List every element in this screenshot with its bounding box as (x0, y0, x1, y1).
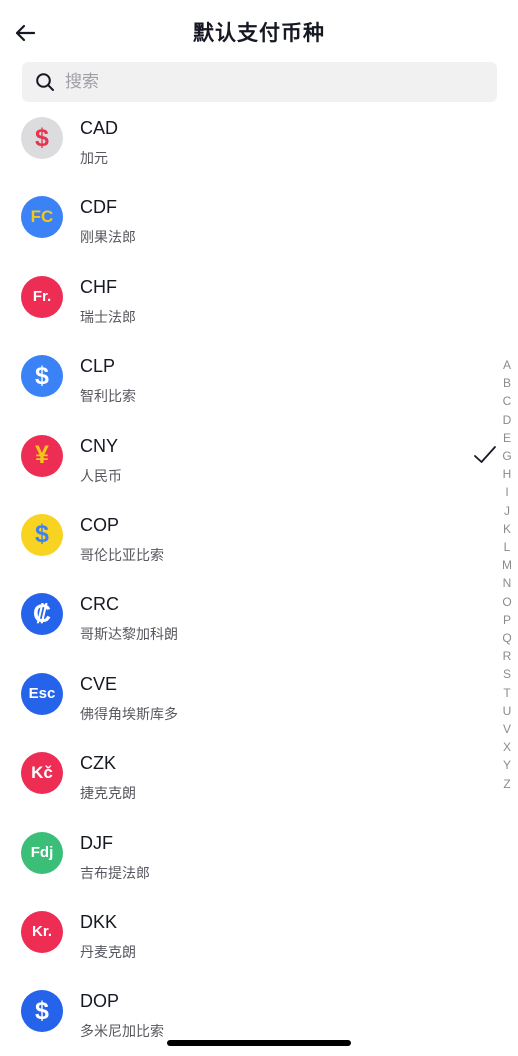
currency-name: 智利比索 (80, 389, 136, 406)
currency-code: CRC (80, 594, 119, 615)
currency-name: 刚果法郎 (80, 230, 136, 247)
index-letter[interactable]: I (505, 483, 508, 501)
currency-name: 捷克克朗 (80, 786, 136, 803)
currency-row-djf[interactable]: Fdj DJF 吉布提法郎 (0, 820, 518, 899)
currency-symbol-icon: $ (21, 355, 63, 398)
currency-code: DKK (80, 911, 118, 932)
currency-symbol-icon: Esc (21, 672, 63, 715)
home-indicator[interactable] (167, 1040, 351, 1046)
currency-name: 瑞士法郎 (80, 309, 136, 326)
index-letter[interactable]: Y (503, 756, 511, 774)
currency-row-dkk[interactable]: Kr. DKK 丹麦克朗 (0, 899, 518, 978)
currency-row-cve[interactable]: Esc CVE 佛得角埃斯库多 (0, 661, 518, 740)
currency-code: CZK (80, 753, 116, 774)
alphabet-index[interactable]: ABCDEGHIJKLMNOPQRSTUVXYZ (498, 356, 516, 793)
index-letter[interactable]: A (503, 356, 511, 374)
currency-symbol-icon: $ (21, 990, 63, 1033)
currency-code: CAD (80, 118, 119, 138)
currency-name: 多米尼加比索 (80, 1024, 164, 1041)
currency-row-chf[interactable]: Fr. CHF 瑞士法郎 (0, 264, 518, 343)
index-letter[interactable]: J (504, 502, 510, 520)
index-letter[interactable]: N (503, 574, 512, 592)
currency-list: $ CAD 加元 FC CDF 刚果法郎 Fr. CHF 瑞士法郎 $ CLP 智利比索 ¥ CNY 人民币… (0, 105, 518, 1056)
checkmark-icon (474, 445, 496, 463)
currency-row-crc[interactable]: ₡ CRC 哥斯达黎加科朗 (0, 581, 518, 660)
index-letter[interactable]: B (503, 374, 511, 392)
currency-symbol-icon: ¥ (21, 434, 63, 477)
currency-code: CDF (80, 197, 117, 218)
index-letter[interactable]: G (502, 447, 511, 465)
index-letter[interactable]: T (503, 684, 510, 702)
currency-name: 哥斯达黎加科朗 (80, 627, 178, 644)
search-bar[interactable] (22, 62, 497, 102)
currency-row-cad[interactable]: $ CAD 加元 (0, 105, 518, 184)
currency-symbol-icon: Kr. (21, 910, 63, 953)
currency-symbol-icon: FC (21, 196, 63, 239)
index-letter[interactable]: H (503, 465, 512, 483)
currency-code: DJF (80, 832, 113, 853)
index-letter[interactable]: S (503, 665, 511, 683)
currency-symbol-icon: Fr. (21, 275, 63, 318)
currency-symbol-icon: $ (21, 513, 63, 556)
index-letter[interactable]: Q (502, 629, 511, 647)
currency-name: 哥伦比亚比索 (80, 547, 164, 564)
index-letter[interactable]: R (503, 647, 512, 665)
currency-code: CHF (80, 276, 117, 297)
currency-row-cop[interactable]: $ COP 哥伦比亚比索 (0, 502, 518, 581)
search-input[interactable] (65, 72, 497, 92)
index-letter[interactable]: C (503, 392, 512, 410)
currency-code: CNY (80, 435, 119, 456)
currency-code: CLP (80, 356, 116, 377)
index-letter[interactable]: V (503, 720, 511, 738)
index-letter[interactable]: D (503, 411, 512, 429)
currency-row-cny[interactable]: ¥ CNY 人民币 (0, 423, 518, 502)
index-letter[interactable]: O (502, 593, 511, 611)
index-letter[interactable]: P (503, 611, 511, 629)
index-letter[interactable]: M (502, 556, 512, 574)
index-letter[interactable]: L (504, 538, 511, 556)
currency-symbol-icon: $ (21, 117, 63, 159)
header: 默认支付币种 (0, 0, 518, 62)
currency-row-clp[interactable]: $ CLP 智利比索 (0, 343, 518, 422)
index-letter[interactable]: U (503, 702, 512, 720)
currency-row-czk[interactable]: Kč CZK 捷克克朗 (0, 740, 518, 819)
currency-symbol-icon: ₡ (21, 593, 63, 636)
search-icon (36, 73, 54, 91)
index-letter[interactable]: E (503, 429, 511, 447)
currency-name: 丹麦克朗 (80, 944, 136, 961)
index-letter[interactable]: Z (503, 775, 510, 793)
currency-picker-screen: 默认支付币种 $CAD加元FCCDF刚果法郎Fr.CHF瑞士法郎$CLP智利比索… (0, 0, 518, 1056)
currency-name: 加元 (80, 151, 108, 167)
currency-code: CVE (80, 673, 118, 694)
currency-symbol-icon: Fdj (21, 831, 63, 874)
index-letter[interactable]: X (503, 738, 511, 756)
currency-code: COP (80, 514, 120, 535)
currency-code: DOP (80, 991, 120, 1012)
index-letter[interactable]: K (503, 520, 511, 538)
currency-name: 佛得角埃斯库多 (80, 706, 178, 723)
currency-name: 人民币 (80, 468, 122, 485)
currency-symbol-icon: Kč (21, 752, 63, 795)
page-title: 默认支付币种 (193, 21, 325, 45)
currency-name: 吉布提法郎 (80, 865, 150, 882)
currency-row-cdf[interactable]: FC CDF 刚果法郎 (0, 184, 518, 263)
